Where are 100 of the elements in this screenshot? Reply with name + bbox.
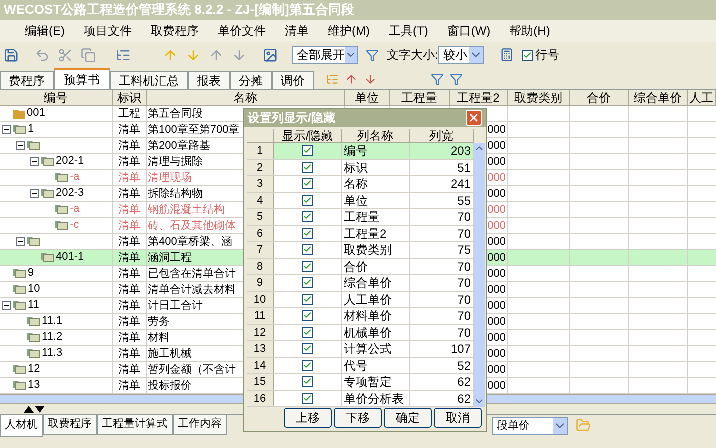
table-cell: 合价	[344, 260, 368, 274]
table-cell: 材料单价	[344, 309, 392, 324]
code-text: 11.1	[42, 314, 63, 330]
row-number: 4	[247, 192, 274, 208]
row-number: 14	[247, 358, 274, 374]
table-cell: 钢筋混凝土结构	[148, 204, 225, 216]
table-cell: 计日工合计	[148, 300, 203, 312]
table-cell-text: 000	[488, 203, 506, 217]
table-cell: 清单	[113, 122, 147, 137]
table-cell-text: 000	[488, 379, 506, 393]
table-cell: 清单	[113, 298, 147, 313]
table-cell: 70	[458, 276, 471, 290]
table-cell: 清单	[113, 154, 147, 169]
table-cell: 第200章路基	[148, 140, 210, 152]
code-text: -a	[70, 202, 80, 218]
table-cell-text: 000	[488, 283, 506, 297]
row-number: 12	[247, 324, 274, 340]
row-number-label: 行号	[535, 47, 560, 64]
table-cell: 清单	[113, 330, 147, 345]
code-text: 9	[28, 266, 34, 282]
table-cell: 名称	[344, 177, 368, 192]
row-number: 3	[247, 176, 274, 192]
row-number: 7	[247, 242, 274, 258]
table-cell: 暂列金额（不含计	[148, 364, 236, 376]
table-cell: 第五合同段	[148, 108, 203, 120]
table-cell: 工程量2	[344, 226, 387, 241]
table-cell-text: 000	[488, 219, 506, 233]
row-number: 9	[247, 275, 274, 291]
table-cell-text: 000	[488, 171, 506, 185]
table-cell: 第100章至第700章	[148, 124, 240, 136]
table-cell: 综合单价	[344, 276, 392, 290]
table-cell: 工程量	[344, 210, 380, 224]
table-cell: 241	[450, 177, 471, 192]
table-cell: 清单	[113, 314, 147, 329]
table-cell-text: 000	[488, 347, 506, 361]
table-cell: 第400章桥梁、涵	[148, 236, 232, 248]
table-cell: 拆除结构物	[148, 188, 203, 200]
table-cell: 55	[458, 194, 471, 208]
table-cell: 52	[458, 358, 471, 373]
code-text: 13	[28, 378, 40, 394]
table-cell: 清单	[113, 282, 147, 297]
table-cell: 已包含在清单合计	[148, 268, 236, 280]
row-number: 1	[247, 143, 274, 159]
table-cell: 专项暂定	[344, 375, 392, 390]
table-cell: 单价分析表	[344, 392, 404, 406]
table-cell: 标识	[344, 160, 368, 175]
table-cell: 203	[450, 144, 471, 158]
row-number: 8	[247, 258, 274, 274]
code-text: -c	[70, 218, 80, 234]
code-text: -a	[70, 170, 80, 186]
table-cell: 70	[458, 210, 471, 224]
table-cell: 清单	[113, 266, 147, 281]
code-text: 11.2	[42, 330, 63, 346]
dialog-title: 设置列显示/隐藏	[248, 110, 336, 128]
table-cell: 劳务	[148, 316, 170, 328]
table-cell: 70	[458, 326, 471, 340]
row-number: 13	[247, 341, 274, 357]
table-cell: 70	[458, 226, 471, 241]
code-text: 10	[28, 282, 40, 298]
table-cell: 单位	[344, 194, 368, 208]
table-cell-text: 000	[488, 299, 506, 313]
code-text: 001	[27, 106, 46, 122]
table-cell: 砖、石及其他砌体	[148, 220, 236, 232]
table-cell: 清单	[113, 346, 147, 361]
table-cell-text: 000	[488, 187, 506, 201]
table-cell: 62	[458, 375, 471, 390]
table-cell-text: 000	[488, 139, 506, 153]
font-size-label: 文字大小:	[387, 47, 438, 64]
table-cell: 107	[450, 342, 471, 356]
table-cell: 编号	[344, 144, 368, 158]
table-cell: 材料	[148, 332, 170, 344]
code-text: 12	[28, 362, 40, 378]
table-cell-text: 000	[488, 331, 506, 345]
table-cell: 清单	[113, 186, 147, 201]
table-cell: 清单	[113, 170, 147, 185]
table-cell: 清单	[113, 234, 147, 249]
table-cell: 清单	[113, 362, 147, 377]
row-number: 2	[247, 160, 274, 176]
row-number: 16	[247, 390, 274, 406]
table-cell: 清单	[113, 218, 147, 233]
code-text: 1	[28, 122, 34, 138]
table-cell: 75	[458, 243, 471, 258]
window-title: WECOST公路工程造价管理系统 8.2.2 - ZJ-[编制]第五合同段	[4, 1, 354, 20]
table-cell: 清单	[113, 378, 147, 393]
table-cell: 62	[458, 392, 471, 406]
table-cell: 涵洞工程	[148, 252, 192, 264]
table-cell: 70	[458, 292, 471, 307]
table-cell: 清单	[113, 250, 147, 265]
table-cell-text: 000	[488, 315, 506, 329]
table-cell: 施工机械	[148, 348, 192, 360]
table-cell-text: 000	[488, 235, 506, 249]
table-cell-text: 000	[488, 123, 506, 137]
table-cell-text: 000	[488, 155, 506, 169]
table-cell: 清单	[113, 202, 147, 217]
table-cell-text: 000	[488, 363, 506, 377]
code-text: 11	[28, 298, 40, 314]
table-cell: 投标报价	[148, 380, 192, 392]
table-cell: 清单合计减去材料	[148, 284, 236, 296]
table-cell: 人工单价	[344, 292, 392, 307]
table-cell: 取费类别	[344, 243, 392, 258]
